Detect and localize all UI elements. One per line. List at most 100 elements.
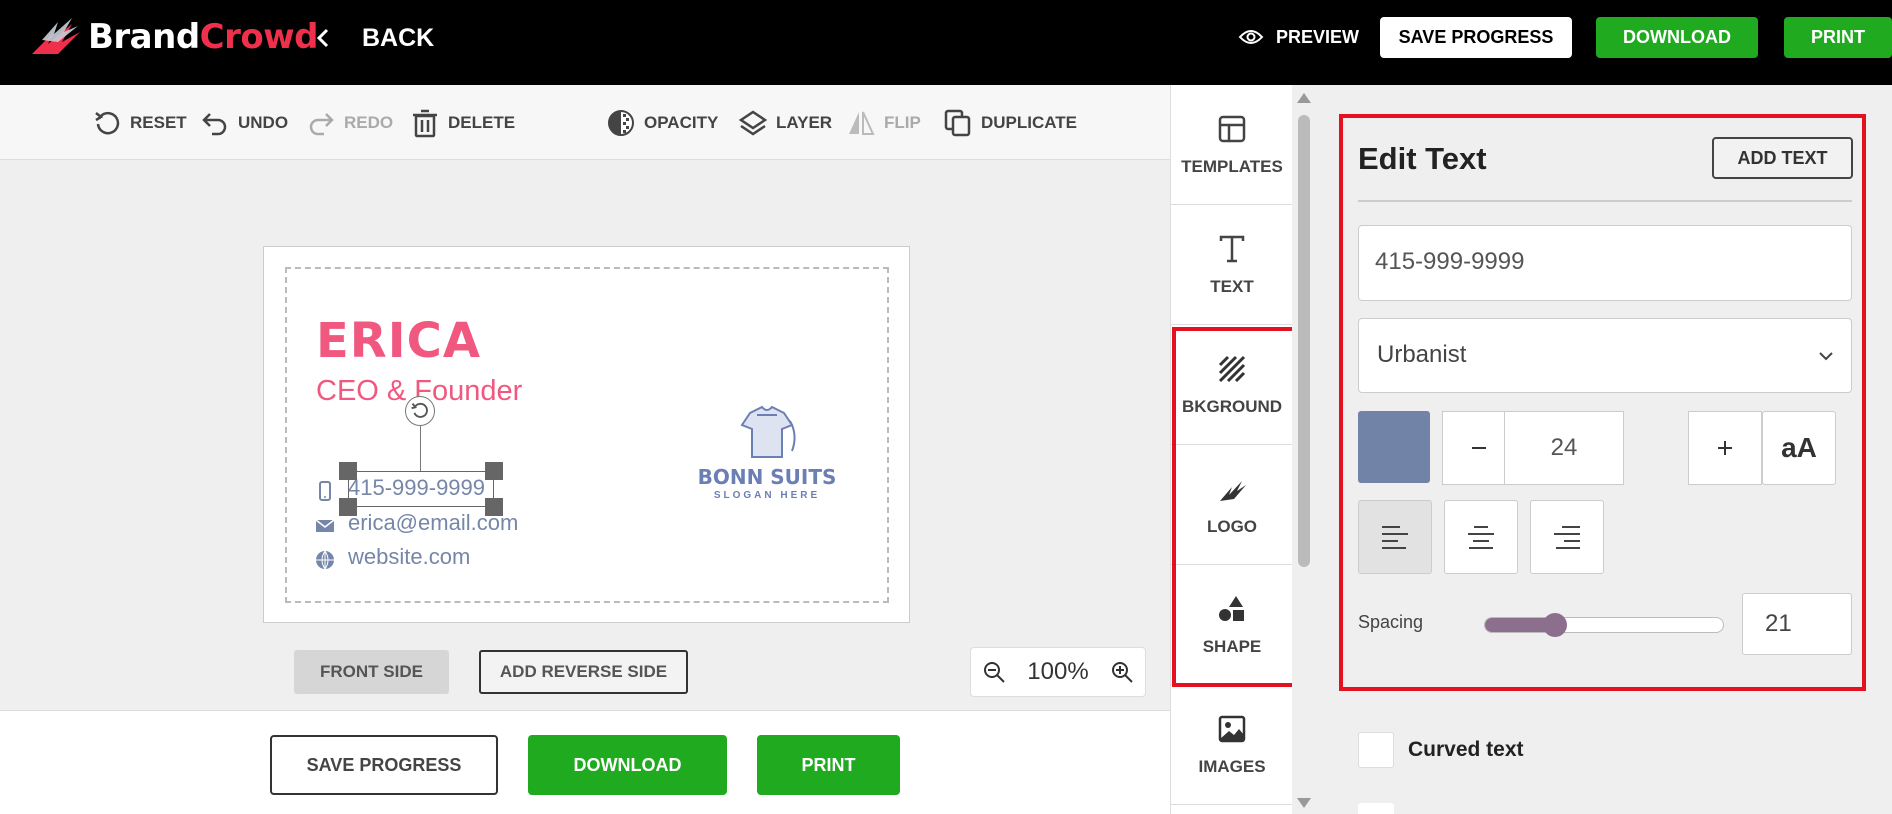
opacity-button[interactable]: OPACITY bbox=[606, 106, 718, 140]
flip-button[interactable]: FLIP bbox=[846, 106, 921, 140]
sidenav-scrollbar[interactable] bbox=[1292, 85, 1316, 814]
logo-crowd-text: Crowd bbox=[199, 17, 319, 57]
curved-text-label: Curved text bbox=[1408, 738, 1524, 761]
print-button[interactable]: PRINT bbox=[1784, 17, 1892, 58]
spacing-label: Spacing bbox=[1358, 612, 1424, 632]
minus-icon bbox=[1472, 447, 1486, 449]
reset-button[interactable]: RESET bbox=[92, 106, 187, 140]
scroll-down-icon[interactable] bbox=[1297, 798, 1311, 808]
nav-images[interactable]: IMAGES bbox=[1171, 685, 1293, 805]
bottom-download-button[interactable]: DOWNLOAD bbox=[528, 735, 727, 795]
scroll-thumb[interactable] bbox=[1298, 115, 1310, 567]
scroll-up-icon[interactable] bbox=[1297, 93, 1311, 103]
opacity-label: OPACITY bbox=[644, 113, 719, 132]
back-label: BACK bbox=[362, 23, 435, 52]
brand-name-text[interactable]: BONN SUITS bbox=[692, 465, 842, 489]
zoom-in-icon[interactable] bbox=[1110, 660, 1134, 684]
reset-icon bbox=[95, 111, 120, 135]
back-button[interactable]: BACK bbox=[312, 20, 434, 56]
flip-icon bbox=[849, 111, 875, 135]
globe-icon bbox=[316, 550, 334, 570]
brandcrowd-logo-icon bbox=[32, 18, 80, 54]
resize-handle-top-left[interactable] bbox=[339, 462, 357, 480]
delete-label: DELETE bbox=[448, 113, 516, 132]
align-left-button[interactable] bbox=[1358, 500, 1432, 574]
font-family-select[interactable]: Urbanist bbox=[1358, 318, 1852, 393]
layer-button[interactable]: LAYER bbox=[738, 106, 832, 140]
business-card-canvas[interactable]: ERICA CEO & Founder 415-999-9999 erica@e… bbox=[263, 246, 910, 623]
edit-toolbar: RESET UNDO REDO DELETE OPACITY LAYER FLI… bbox=[0, 85, 1170, 160]
templates-icon bbox=[1218, 115, 1246, 142]
redo-button[interactable]: REDO bbox=[306, 106, 393, 140]
phone-icon bbox=[319, 481, 331, 501]
logo-brand-text: Brand bbox=[88, 17, 200, 57]
save-progress-button[interactable]: SAVE PROGRESS bbox=[1380, 17, 1572, 58]
download-button[interactable]: DOWNLOAD bbox=[1596, 17, 1758, 58]
nav-text[interactable]: TEXT bbox=[1171, 205, 1293, 325]
align-right-button[interactable] bbox=[1530, 500, 1604, 574]
curved-text-option[interactable]: Curved text bbox=[1358, 732, 1524, 768]
panel-title: Edit Text bbox=[1358, 141, 1487, 176]
selection-box bbox=[348, 471, 494, 507]
text-content-input[interactable]: 415-999-9999 bbox=[1358, 225, 1852, 301]
font-size-input[interactable]: 24 bbox=[1504, 411, 1624, 485]
curved-text-checkbox[interactable] bbox=[1358, 732, 1394, 768]
undo-label: UNDO bbox=[238, 113, 289, 132]
chevron-left-icon bbox=[316, 28, 329, 48]
font-family-value: Urbanist bbox=[1377, 341, 1467, 368]
top-bar: BrandCrowd BACK PREVIEW SAVE PROGRESS DO… bbox=[0, 0, 1892, 85]
align-center-icon bbox=[1468, 526, 1494, 549]
delete-button[interactable]: DELETE bbox=[410, 106, 515, 140]
nav-highlight-box bbox=[1172, 327, 1302, 687]
duplicate-button[interactable]: DUPLICATE bbox=[943, 106, 1077, 140]
preview-label: PREVIEW bbox=[1276, 26, 1360, 47]
reset-label: RESET bbox=[130, 113, 187, 132]
nav-templates-label: TEMPLATES bbox=[1181, 156, 1283, 176]
panel-divider bbox=[1358, 200, 1852, 202]
resize-handle-top-right[interactable] bbox=[485, 462, 503, 480]
brand-slogan-text[interactable]: SLOGAN HERE bbox=[692, 490, 842, 501]
duplicate-icon bbox=[944, 109, 971, 137]
card-website-text[interactable]: website.com bbox=[348, 544, 470, 570]
text-color-swatch[interactable] bbox=[1358, 411, 1430, 483]
nav-templates[interactable]: TEMPLATES bbox=[1171, 85, 1293, 205]
spacing-slider[interactable] bbox=[1484, 613, 1724, 637]
bottom-print-button[interactable]: PRINT bbox=[757, 735, 900, 795]
rotate-icon bbox=[411, 402, 428, 418]
spacing-input[interactable]: 21 bbox=[1742, 593, 1852, 655]
eye-icon bbox=[1238, 30, 1264, 44]
layers-icon bbox=[738, 110, 768, 136]
brandcrowd-logo[interactable]: BrandCrowd bbox=[28, 14, 319, 60]
nav-images-label: IMAGES bbox=[1198, 756, 1266, 776]
images-icon bbox=[1218, 715, 1246, 742]
add-text-button[interactable]: ADD TEXT bbox=[1712, 137, 1853, 179]
rotate-handle[interactable] bbox=[405, 396, 435, 426]
bottom-action-bar: SAVE PROGRESS DOWNLOAD PRINT bbox=[0, 710, 1170, 814]
preview-button[interactable]: PREVIEW bbox=[1238, 22, 1359, 52]
card-email-text[interactable]: erica@email.com bbox=[348, 510, 518, 536]
plus-icon bbox=[1718, 441, 1732, 455]
trash-icon bbox=[413, 109, 437, 138]
envelope-icon bbox=[315, 519, 335, 532]
front-side-button[interactable]: FRONT SIDE bbox=[294, 650, 449, 694]
font-size-increase-button[interactable] bbox=[1688, 411, 1762, 485]
design-canvas-area: ERICA CEO & Founder 415-999-9999 erica@e… bbox=[0, 160, 1170, 710]
add-reverse-side-button[interactable]: ADD REVERSE SIDE bbox=[479, 650, 688, 694]
align-center-button[interactable] bbox=[1444, 500, 1518, 574]
zoom-out-icon[interactable] bbox=[982, 660, 1006, 684]
edit-text-panel: Edit Text ADD TEXT 415-999-9999 Urbanist… bbox=[1316, 85, 1892, 814]
spacing-slider-knob[interactable] bbox=[1542, 613, 1567, 637]
rotate-handle-line bbox=[420, 426, 421, 471]
opacity-icon bbox=[608, 110, 634, 136]
align-left-icon bbox=[1382, 526, 1408, 549]
zoom-control: 100% bbox=[970, 647, 1146, 697]
zoom-level: 100% bbox=[1027, 658, 1089, 685]
text-icon bbox=[1219, 235, 1245, 262]
next-option-checkbox[interactable] bbox=[1358, 803, 1394, 814]
card-name-text[interactable]: ERICA bbox=[316, 313, 481, 369]
text-case-button[interactable]: aA bbox=[1762, 411, 1836, 485]
bottom-save-progress-button[interactable]: SAVE PROGRESS bbox=[270, 735, 498, 795]
align-right-icon bbox=[1554, 526, 1580, 549]
undo-button[interactable]: UNDO bbox=[200, 106, 288, 140]
undo-icon bbox=[202, 113, 227, 136]
